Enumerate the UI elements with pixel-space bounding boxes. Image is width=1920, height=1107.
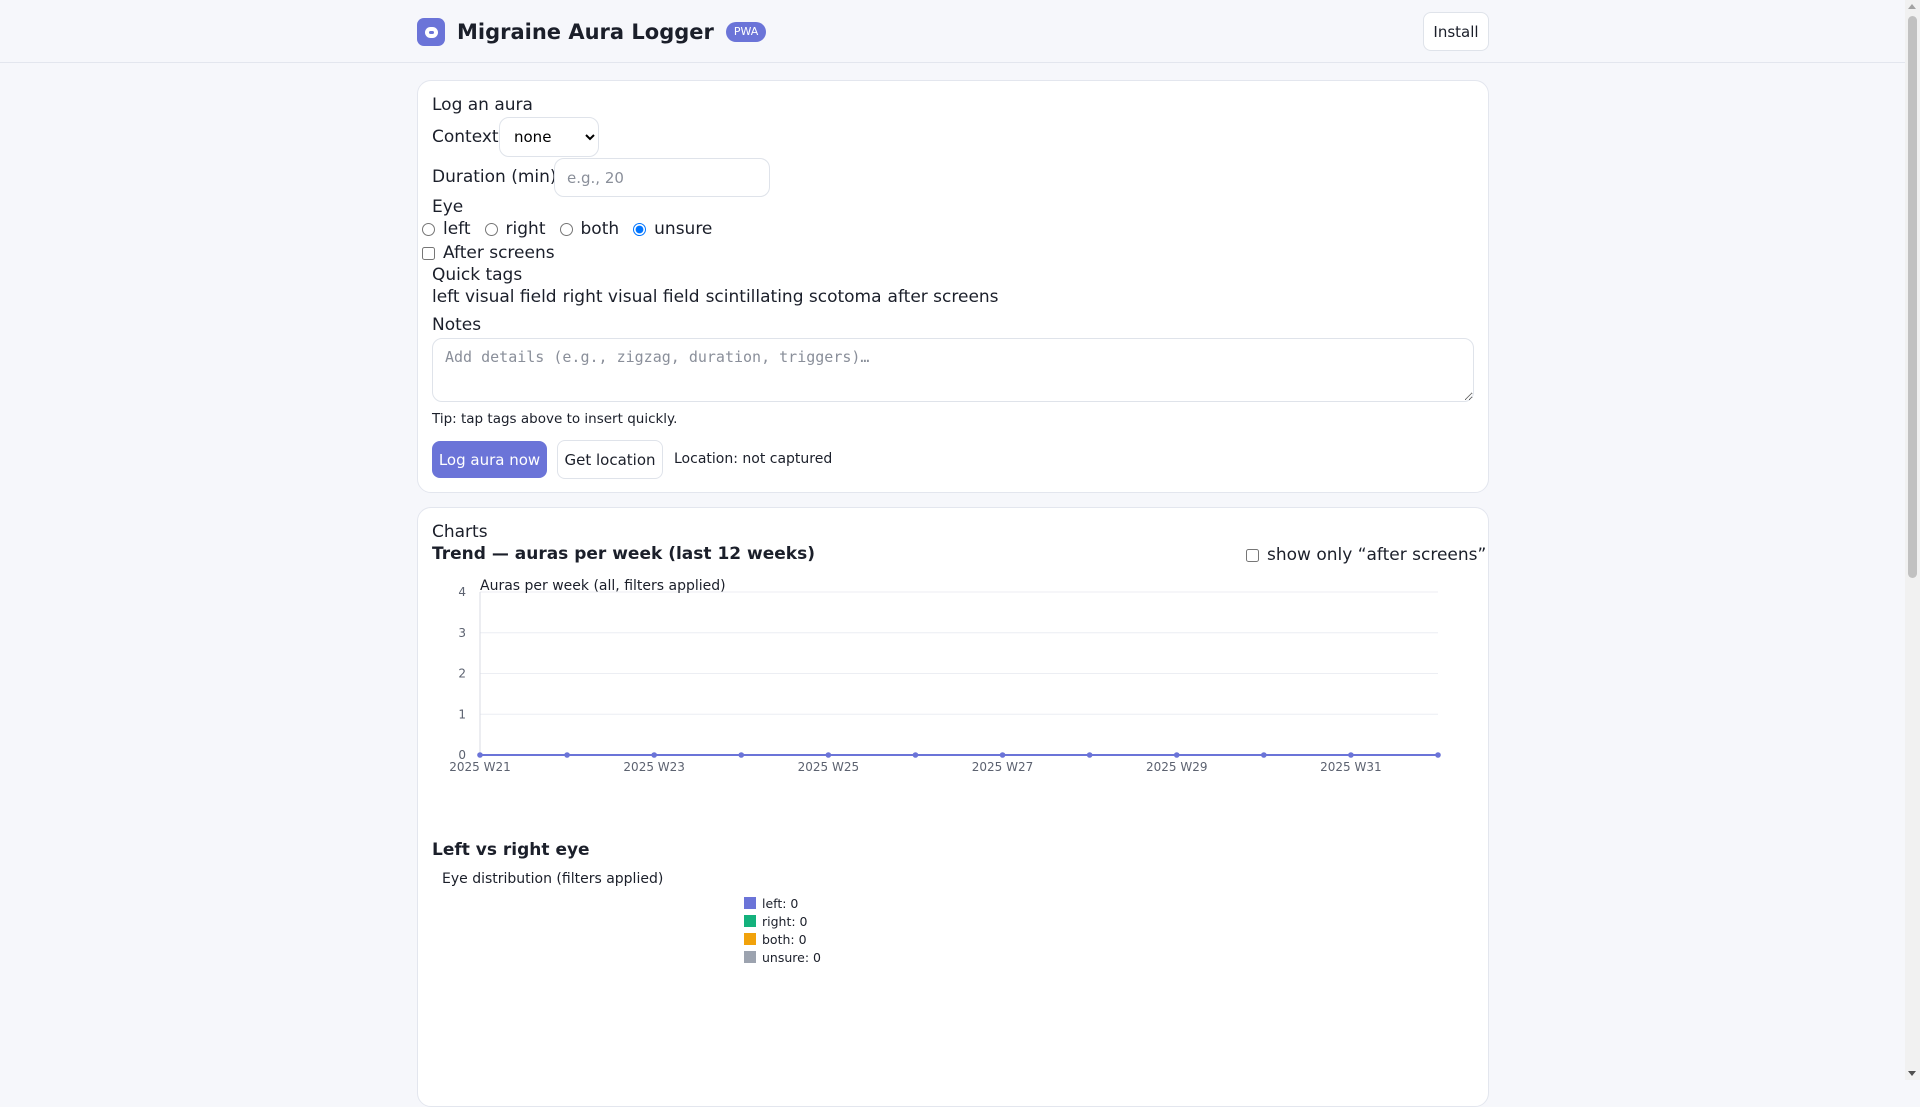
- eye-option-label: both: [580, 219, 620, 239]
- quick-tag-scintillating-scotoma[interactable]: scintillating scotoma: [706, 287, 882, 307]
- quick-tag-left-visual-field[interactable]: left visual field: [432, 287, 557, 307]
- brand: Migraine Aura Logger PWA: [417, 18, 767, 46]
- eye-option-label: unsure: [654, 219, 713, 239]
- after-screens-checkbox[interactable]: [422, 246, 435, 260]
- trend-data-point: [477, 752, 483, 758]
- trend-x-tick-label: 2025 W25: [798, 760, 860, 774]
- eye-option-both[interactable]: both: [559, 219, 620, 239]
- scroll-down-icon[interactable]: [1908, 1071, 1916, 1076]
- charts-heading: Charts: [432, 522, 488, 542]
- after-screens-label: After screens: [443, 243, 555, 263]
- after-screens-filter[interactable]: show only “after screens”: [1246, 545, 1486, 565]
- trend-data-point: [1435, 752, 1441, 758]
- legend-swatch: [744, 951, 756, 963]
- eye-option-label: right: [505, 219, 546, 239]
- context-select[interactable]: none: [499, 117, 599, 157]
- pwa-badge: PWA: [725, 22, 767, 42]
- trend-y-tick-label: 2: [458, 667, 466, 681]
- charts-card: Charts Trend — auras per week (last 12 w…: [417, 507, 1489, 1107]
- legend-item: both: 0: [744, 930, 821, 948]
- legend-swatch: [744, 933, 756, 945]
- eye-distribution-legend: left: 0 right: 0 both: 0 unsure: 0: [744, 894, 821, 966]
- trend-y-tick-label: 3: [458, 626, 466, 640]
- install-button[interactable]: Install: [1423, 12, 1489, 51]
- trend-line-chart: 01234 2025 W21 2025 W23 2025 W25 2025 W27 20…: [449, 578, 1441, 774]
- trend-x-tick-label: 2025 W27: [972, 760, 1033, 774]
- duration-label: Duration (min): [432, 167, 557, 187]
- legend-swatch: [744, 915, 756, 927]
- trend-x-tick-label: 2025 W23: [623, 760, 685, 774]
- trend-y-tick-label: 1: [458, 707, 466, 721]
- app-title: Migraine Aura Logger: [457, 20, 714, 44]
- legend-item: left: 0: [744, 894, 821, 912]
- eye-option-label: left: [443, 219, 471, 239]
- trend-data-point: [1173, 752, 1180, 758]
- legend-label: right: 0: [762, 913, 808, 929]
- after-screens-filter-checkbox[interactable]: [1246, 548, 1259, 562]
- eye-chart-title: Left vs right eye: [432, 840, 590, 860]
- quick-tags: left visual field right visual field sci…: [432, 287, 1005, 307]
- trend-data-point: [912, 752, 919, 758]
- get-location-button[interactable]: Get location: [557, 440, 663, 479]
- eye-option-left[interactable]: left: [422, 219, 471, 239]
- log-card-heading: Log an aura: [432, 95, 533, 115]
- trend-data-point: [1086, 752, 1093, 758]
- context-label: Context: [432, 127, 499, 147]
- legend-label: both: 0: [762, 931, 807, 947]
- legend-label: left: 0: [762, 895, 799, 911]
- duration-input[interactable]: [554, 158, 770, 197]
- tip-text: Tip: tap tags above to insert quickly.: [432, 411, 678, 427]
- trend-x-tick-label: 2025 W21: [449, 760, 511, 774]
- trend-chart-title: Auras per week (all, filters applied): [480, 578, 726, 594]
- eye-option-unsure[interactable]: unsure: [633, 219, 712, 239]
- after-screens-filter-label: show only “after screens”: [1267, 545, 1487, 565]
- eye-radio-left[interactable]: [422, 222, 435, 236]
- eye-radio-unsure[interactable]: [633, 222, 647, 236]
- trend-data-point: [1348, 752, 1354, 758]
- scroll-up-icon[interactable]: [1908, 4, 1916, 9]
- legend-item: unsure: 0: [744, 948, 821, 966]
- trend-data-point: [999, 752, 1006, 758]
- trend-y-tick-label: 4: [458, 585, 466, 599]
- quick-tag-after-screens[interactable]: after screens: [888, 287, 999, 307]
- eye-radio-group: left right both unsure: [422, 219, 726, 239]
- notes-textarea[interactable]: [432, 338, 1474, 402]
- trend-data-point: [651, 752, 657, 758]
- log-aura-button[interactable]: Log aura now: [432, 441, 547, 478]
- location-status: Location: not captured: [674, 451, 833, 467]
- legend-label: unsure: 0: [762, 949, 821, 965]
- eye-radio-right[interactable]: [484, 222, 498, 236]
- quick-tags-label: Quick tags: [432, 265, 523, 285]
- trend-x-tick-label: 2025 W31: [1320, 760, 1382, 774]
- aura-logo-icon: [417, 18, 445, 46]
- after-screens-toggle[interactable]: After screens: [422, 243, 555, 263]
- notes-label: Notes: [432, 315, 482, 335]
- trend-data-point: [738, 752, 745, 758]
- trend-data-point: [1261, 752, 1267, 758]
- trend-x-tick-label: 2025 W29: [1146, 760, 1208, 774]
- eye-option-right[interactable]: right: [484, 219, 546, 239]
- legend-item: right: 0: [744, 912, 821, 930]
- app-header: Migraine Aura Logger PWA Install: [0, 0, 1905, 63]
- eye-distribution-title: Eye distribution (filters applied): [442, 871, 664, 887]
- eye-radio-both[interactable]: [559, 222, 573, 236]
- trend-data-point: [825, 752, 832, 758]
- log-aura-card: Log an aura Context none Duration (min) …: [417, 80, 1489, 493]
- trend-data-point: [564, 752, 570, 758]
- eye-label: Eye: [432, 197, 464, 217]
- trend-title: Trend — auras per week (last 12 weeks): [432, 544, 815, 564]
- scrollbar-thumb[interactable]: [1908, 16, 1917, 578]
- quick-tag-right-visual-field[interactable]: right visual field: [563, 287, 700, 307]
- legend-swatch: [744, 897, 756, 909]
- page-scrollbar[interactable]: [1905, 0, 1920, 1080]
